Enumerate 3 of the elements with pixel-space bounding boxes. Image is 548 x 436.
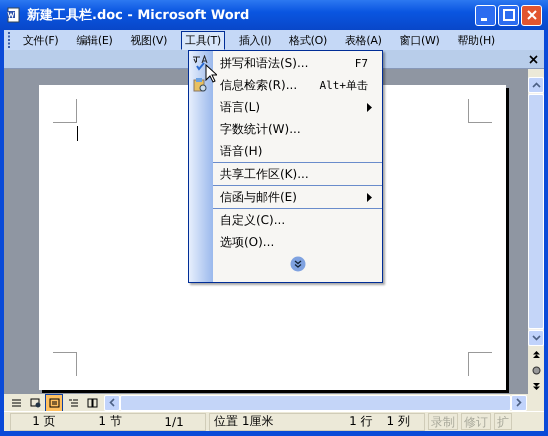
shortcut-label: Alt+单击 xyxy=(320,78,368,92)
window-title: 新建工具栏.doc - Microsoft Word xyxy=(27,6,250,24)
shortcut-label: F7 xyxy=(354,56,368,70)
